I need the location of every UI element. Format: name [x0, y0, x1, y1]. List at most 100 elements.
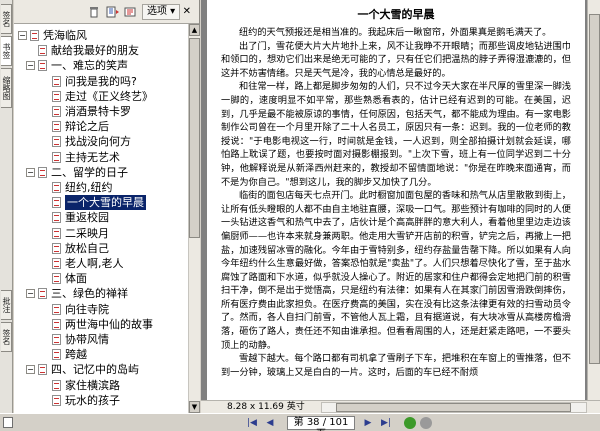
document-body: 纽约的天气预报还是相当准的。我起床后一瞅窗帘，外面果真是鹅毛满天了。出了门，雪花…: [221, 26, 571, 379]
bookmark-item[interactable]: 放松自己: [14, 241, 188, 256]
bookmark-page-icon: [52, 151, 61, 163]
bookmark-label: 玩水的孩子: [65, 393, 120, 407]
bookmark-label: 纽约,纽约: [65, 181, 113, 194]
bookmark-label: 放松自己: [65, 241, 109, 255]
bookmark-item[interactable]: − 一、难忘的笑声: [14, 58, 188, 73]
bookmark-label: 走过《正义终艺》: [65, 89, 153, 103]
document-scroll-thumb[interactable]: [589, 14, 600, 364]
bookmark-label: 协带风情: [65, 333, 109, 346]
first-page-button[interactable]: |◀: [246, 417, 258, 429]
bookmark-page-icon: [38, 60, 47, 72]
bookmark-item[interactable]: 消酒景特卡罗: [14, 104, 188, 119]
side-tab-thumbnails[interactable]: 缩略图: [1, 68, 12, 108]
bookmark-page-icon: [52, 349, 61, 361]
bookmark-tree: − 凭海临风献给我最好的朋友 − 一、难忘的笑声 问我是我的吗? 走过《正义终艺》 消酒景特…: [14, 24, 188, 413]
bookmark-item[interactable]: 走过《正义终艺》: [14, 89, 188, 104]
bookmark-label: 二采映月: [65, 226, 109, 240]
bookmark-label: 两世海中仙的故事: [65, 317, 153, 331]
bookmark-label: 三、绿色的禅祥: [51, 287, 128, 301]
paragraph: 出了门，雪花便大片大片地扑上来，风不让我睁不开眼睛；而那些调皮地钻进围巾和领口的…: [221, 40, 571, 79]
bookmark-item[interactable]: − 四、记忆中的岛屿: [14, 362, 188, 377]
bookmark-item[interactable]: 找战没向何方: [14, 134, 188, 149]
bookmark-item[interactable]: − 三、绿色的禅祥: [14, 286, 188, 301]
expand-bookmark-icon[interactable]: [124, 6, 136, 18]
close-panel-icon[interactable]: ✕: [183, 6, 191, 18]
bookmark-item[interactable]: 问我是我的吗?: [14, 74, 188, 89]
side-tab-signatures-2[interactable]: 签名: [1, 322, 12, 352]
horizontal-scrollbar[interactable]: [321, 402, 587, 413]
bookmark-item[interactable]: 向往寺院: [14, 302, 188, 317]
expander-icon[interactable]: −: [26, 365, 35, 375]
bookmark-page-icon: [52, 242, 61, 254]
document-view: 一个大雪的早晨 纽约的天气预报还是相当准的。我起床后一瞅窗帘，外面果真是鹅毛满天…: [201, 0, 600, 413]
bookmark-item[interactable]: 辩论之后: [14, 119, 188, 134]
bookmark-label: 主持无艺术: [65, 150, 120, 164]
side-tab-comments[interactable]: 批注: [1, 290, 12, 320]
bookmark-page-icon: [52, 197, 61, 209]
go-back-icon[interactable]: [404, 417, 416, 429]
bookmark-label: 跨越: [65, 348, 87, 362]
bookmark-item[interactable]: 协带风情: [14, 332, 188, 347]
bookmark-label: 体面: [65, 272, 87, 286]
bookmark-page-icon: [52, 379, 61, 391]
bookmark-item[interactable]: − 二、留学的日子: [14, 165, 188, 180]
delete-bookmark-icon[interactable]: [88, 6, 100, 18]
bookmark-scroll-thumb[interactable]: [189, 38, 200, 238]
bookmark-toolbar: 选项 ▾ ✕: [14, 0, 199, 24]
side-tab-signatures[interactable]: 签名: [1, 4, 12, 34]
document-page: 一个大雪的早晨 纽约的天气预报还是相当准的。我起床后一瞅窗帘，外面果真是鹅毛满天…: [207, 0, 585, 400]
go-forward-icon[interactable]: [420, 417, 432, 429]
bookmark-item[interactable]: 二采映月: [14, 226, 188, 241]
new-bookmark-icon[interactable]: [106, 6, 119, 18]
scroll-down-button[interactable]: ▼: [189, 401, 200, 413]
last-page-button[interactable]: ▶|: [380, 417, 392, 429]
bookmark-item[interactable]: 一个大雪的早晨: [14, 195, 188, 211]
horizontal-scroll-thumb[interactable]: [336, 403, 571, 412]
page-number-field[interactable]: 第 38 / 101 页: [287, 416, 355, 431]
bookmark-label: 一个大雪的早晨: [65, 195, 146, 211]
bookmark-page-icon: [52, 106, 61, 117]
paragraph: 纽约的天气预报还是相当准的。我起床后一瞅窗帘，外面果真是鹅毛满天了。: [239, 27, 552, 38]
bookmark-item[interactable]: 纽约,纽约: [14, 180, 188, 195]
bookmark-item[interactable]: 老人啊,老人: [14, 256, 188, 271]
bookmark-label: 二、留学的日子: [51, 165, 128, 179]
bookmark-label: 一、难忘的笑声: [51, 59, 128, 73]
expander-icon[interactable]: −: [26, 61, 35, 71]
paragraph: 临街的面包店每天七点开门。此时橱窗加面包屋的香味和热气从店里散散到街上，让所有低…: [221, 190, 571, 351]
navigation-bar: |◀ ◀ 第 38 / 101 页 ▶ ▶|: [0, 413, 600, 431]
bookmark-page-icon: [52, 136, 61, 148]
bookmark-page-icon: [38, 45, 47, 57]
bookmark-label: 老人啊,老人: [65, 257, 124, 270]
next-page-button[interactable]: ▶: [362, 417, 374, 429]
bookmark-label: 凭海临风: [43, 29, 87, 42]
scroll-up-button[interactable]: ▲: [189, 24, 200, 36]
previous-page-button[interactable]: ◀: [264, 417, 276, 429]
bookmark-page-icon: [38, 288, 47, 300]
bookmark-panel: 选项 ▾ ✕ − 凭海临风献给我最好的朋友 − 一、难忘的笑声 问我是我的吗? 走过《正义…: [14, 0, 200, 413]
bookmark-item[interactable]: 重返校园: [14, 210, 188, 225]
side-tab-bookmarks[interactable]: 书签: [1, 36, 12, 66]
bookmark-scrollbar[interactable]: ▲ ▼: [188, 24, 200, 413]
expander-icon[interactable]: −: [18, 31, 27, 40]
bookmark-item[interactable]: − 凭海临风: [14, 28, 188, 43]
bookmark-page-icon: [52, 303, 61, 315]
document-scrollbar[interactable]: [587, 0, 600, 400]
bookmark-item[interactable]: 玩水的孩子: [14, 393, 188, 408]
bookmark-label: 消酒景特卡罗: [65, 105, 131, 118]
bookmark-label: 献给我最好的朋友: [51, 44, 139, 58]
bookmark-item[interactable]: 跨越: [14, 347, 188, 362]
bookmark-item[interactable]: 两世海中仙的故事: [14, 317, 188, 332]
bookmark-item[interactable]: 体面: [14, 271, 188, 286]
bookmark-item[interactable]: 献给我最好的朋友: [14, 43, 188, 58]
bookmark-label: 找战没向何方: [65, 135, 131, 149]
bookmark-label: 辩论之后: [65, 120, 109, 134]
expander-icon[interactable]: −: [26, 289, 35, 299]
bookmark-item[interactable]: 主持无艺术: [14, 150, 188, 165]
bookmark-item[interactable]: 家住横滨路: [14, 378, 188, 393]
bookmark-page-icon: [30, 30, 39, 41]
side-tab-strip: 签名 书签 缩略图 批注 签名: [0, 0, 13, 413]
paragraph: 雪越下越大。每个路口都有司机拿了雪刷子下车，把堆积在车窗上的雪推落，但不到一分钟…: [221, 353, 571, 378]
bookmark-page-icon: [38, 364, 47, 376]
options-button[interactable]: 选项 ▾: [142, 4, 181, 20]
expander-icon[interactable]: −: [26, 167, 35, 177]
